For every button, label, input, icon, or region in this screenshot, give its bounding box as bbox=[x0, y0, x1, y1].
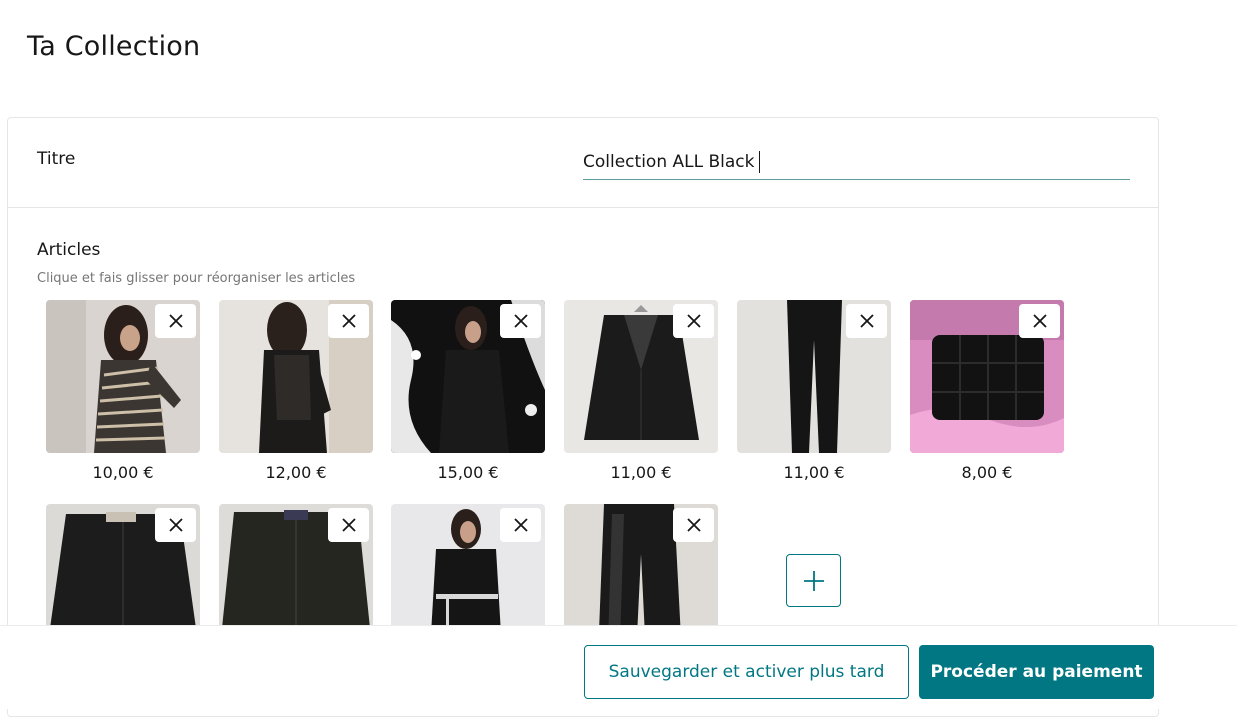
article-price: 11,00 € bbox=[783, 463, 845, 482]
article-thumbnail[interactable] bbox=[46, 300, 200, 453]
title-row: Titre Collection ALL Black bbox=[8, 118, 1158, 208]
proceed-to-payment-button[interactable]: Procéder au paiement bbox=[919, 645, 1154, 699]
article-thumbnail[interactable] bbox=[564, 300, 718, 453]
remove-article-button[interactable] bbox=[673, 304, 714, 338]
articles-hint: Clique et fais glisser pour réorganiser … bbox=[37, 271, 356, 286]
article-price: 11,00 € bbox=[610, 463, 672, 482]
close-icon bbox=[341, 518, 356, 532]
text-caret bbox=[759, 150, 761, 173]
article-item[interactable]: 11,00 € bbox=[564, 300, 718, 482]
title-label: Titre bbox=[37, 149, 76, 169]
article-thumbnail[interactable] bbox=[910, 300, 1064, 453]
remove-article-button[interactable] bbox=[500, 508, 541, 542]
articles-heading: Articles bbox=[37, 240, 101, 260]
remove-article-button[interactable] bbox=[328, 304, 369, 338]
close-icon bbox=[513, 518, 528, 532]
title-input-value: Collection ALL Black bbox=[583, 151, 755, 172]
article-thumbnail[interactable] bbox=[391, 300, 545, 453]
remove-article-button[interactable] bbox=[328, 508, 369, 542]
article-item[interactable]: 8,00 € bbox=[910, 300, 1064, 482]
article-item[interactable]: 12,00 € bbox=[219, 300, 373, 482]
footer-action-bar: Sauvegarder et activer plus tard Procéde… bbox=[0, 625, 1237, 709]
close-icon bbox=[168, 314, 183, 328]
close-icon bbox=[686, 314, 701, 328]
close-icon bbox=[1032, 314, 1047, 328]
article-price: 10,00 € bbox=[92, 463, 154, 482]
article-thumbnail[interactable] bbox=[737, 300, 891, 453]
remove-article-button[interactable] bbox=[1019, 304, 1060, 338]
save-activate-later-button[interactable]: Sauvegarder et activer plus tard bbox=[584, 645, 909, 699]
article-thumbnail[interactable] bbox=[219, 300, 373, 453]
close-icon bbox=[686, 518, 701, 532]
close-icon bbox=[859, 314, 874, 328]
plus-icon bbox=[803, 570, 824, 591]
remove-article-button[interactable] bbox=[155, 304, 196, 338]
article-price: 12,00 € bbox=[265, 463, 327, 482]
article-item[interactable]: 10,00 € bbox=[46, 300, 200, 482]
remove-article-button[interactable] bbox=[846, 304, 887, 338]
remove-article-button[interactable] bbox=[155, 508, 196, 542]
article-item[interactable]: 15,00 € bbox=[391, 300, 545, 482]
close-icon bbox=[341, 314, 356, 328]
article-price: 15,00 € bbox=[437, 463, 499, 482]
title-input[interactable]: Collection ALL Black bbox=[583, 144, 1130, 180]
remove-article-button[interactable] bbox=[500, 304, 541, 338]
article-price: 8,00 € bbox=[961, 463, 1013, 482]
close-icon bbox=[168, 518, 183, 532]
page-title: Ta Collection bbox=[27, 31, 201, 62]
remove-article-button[interactable] bbox=[673, 508, 714, 542]
add-article-button[interactable] bbox=[786, 554, 841, 607]
article-item[interactable]: 11,00 € bbox=[737, 300, 891, 482]
close-icon bbox=[513, 314, 528, 328]
